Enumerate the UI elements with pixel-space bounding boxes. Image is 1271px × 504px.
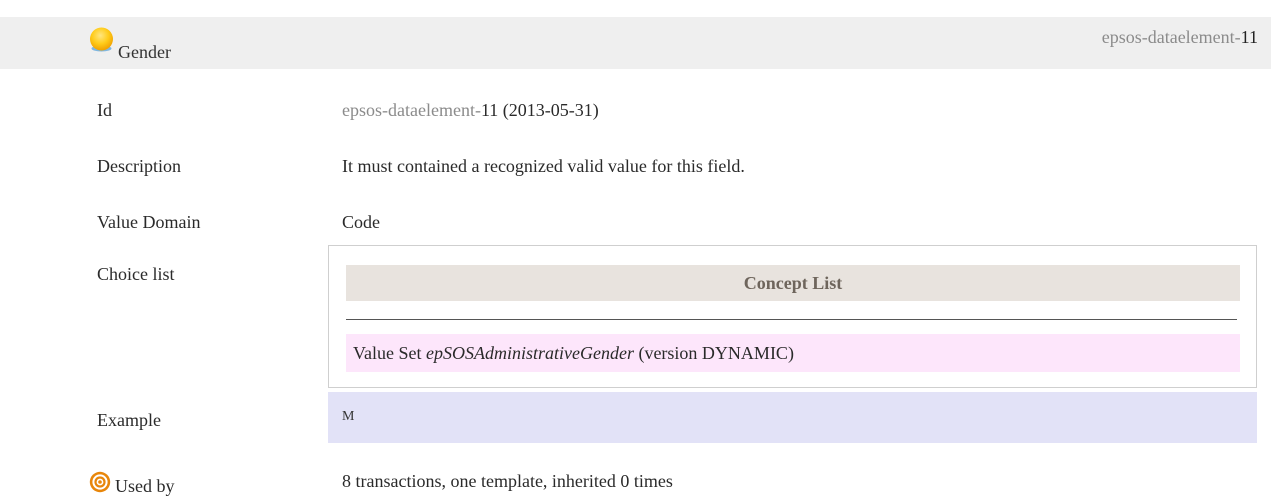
- example-value: M: [342, 409, 355, 424]
- concept-list-header: Concept List: [346, 265, 1240, 301]
- value-set-version: (version DYNAMIC): [638, 343, 794, 363]
- concept-list-divider: [346, 319, 1237, 320]
- value-domain-value: Code: [342, 212, 380, 232]
- description-label: Description: [97, 156, 181, 176]
- dataelement-id-prefix: epsos-dataelement-: [1101, 27, 1241, 47]
- value-set-name: epSOSAdministrativeGender: [425, 343, 634, 363]
- value-set-prefix: Value Set: [353, 343, 422, 363]
- value-domain-label: Value Domain: [97, 212, 201, 232]
- dataelement-id-number: 11: [1240, 27, 1258, 47]
- dataelement-header: [0, 17, 1271, 69]
- id-value-number: 11: [480, 100, 499, 120]
- choice-list-box: Concept List Value Set epSOSAdministrati…: [328, 245, 1257, 388]
- choice-list-label: Choice list: [97, 264, 175, 284]
- yellow-circle-icon: [90, 27, 113, 52]
- id-value-date: (2013-05-31): [502, 100, 599, 120]
- id-value-prefix: epsos-dataelement-: [342, 100, 481, 120]
- description-value: It must contained a recognized valid val…: [342, 156, 745, 176]
- used-by-label: Used by: [115, 476, 175, 496]
- target-icon: [89, 471, 111, 493]
- id-label: Id: [97, 100, 112, 120]
- dataelement-id-link[interactable]: epsos-dataelement-11: [1102, 27, 1258, 47]
- value-set-row[interactable]: Value Set epSOSAdministrativeGender (ver…: [346, 334, 1240, 372]
- dataelement-title: Gender: [118, 42, 171, 62]
- example-box: M: [328, 392, 1257, 443]
- id-value: epsos-dataelement-11 (2013-05-31): [342, 100, 599, 120]
- example-label: Example: [97, 410, 161, 430]
- used-by-value[interactable]: 8 transactions, one template, inherited …: [342, 471, 673, 491]
